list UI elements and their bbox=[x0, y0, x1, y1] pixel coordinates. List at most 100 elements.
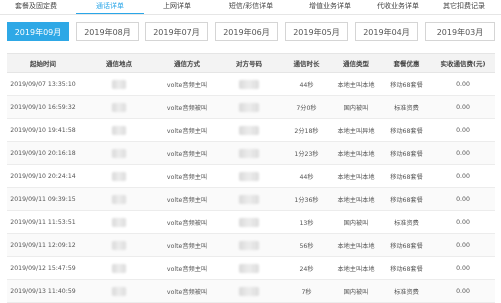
tab-divider bbox=[0, 14, 501, 15]
month-button-2019-06[interactable]: 2019年06月 bbox=[215, 22, 278, 41]
cell-duration: 24秒 bbox=[283, 256, 330, 280]
cell-method: volte音频主叫 bbox=[159, 118, 215, 142]
cell-plan-discount: 移动68套餐 bbox=[382, 164, 431, 188]
table-row: 2019/09/10 20:24:14 volte音频主叫 44秒 本地主叫本地 移动6… bbox=[7, 164, 495, 188]
cell-other-number bbox=[215, 72, 283, 96]
cell-start-time: 2019/09/13 11:40:59 bbox=[7, 279, 79, 303]
cell-fee: 0.00 bbox=[431, 279, 495, 303]
cell-fee: 0.00 bbox=[431, 210, 495, 234]
cell-method: volte音频主叫 bbox=[159, 187, 215, 211]
redacted-value bbox=[112, 194, 126, 204]
redacted-value bbox=[112, 263, 126, 273]
cell-other-number bbox=[215, 187, 283, 211]
cell-location bbox=[79, 279, 159, 303]
cell-start-time: 2019/09/10 20:24:14 bbox=[7, 164, 79, 188]
cell-start-time: 2019/09/07 13:35:10 bbox=[7, 72, 79, 96]
tab-data-details[interactable]: 上网详单 bbox=[143, 0, 211, 14]
tab-package-fees[interactable]: 套餐及固定费 bbox=[2, 0, 70, 14]
cell-duration: 44秒 bbox=[283, 72, 330, 96]
cell-call-type: 本地主叫本地 bbox=[330, 233, 382, 257]
cell-start-time: 2019/09/10 19:41:58 bbox=[7, 118, 79, 142]
cell-call-type: 本地主叫本地 bbox=[330, 164, 382, 188]
table-row: 2019/09/11 09:39:15 volte音频主叫 1分36秒 本地主叫本地移… bbox=[7, 187, 495, 211]
cell-start-time: 2019/09/12 15:47:59 bbox=[7, 256, 79, 280]
redacted-value bbox=[112, 102, 126, 112]
header-duration: 通信时长 bbox=[283, 53, 330, 73]
tab-other-charges[interactable]: 其它扣费记录 bbox=[427, 0, 501, 14]
cell-fee: 0.00 bbox=[431, 72, 495, 96]
cell-location bbox=[79, 118, 159, 142]
table-row: 2019/09/10 19:41:58 volte音频主叫 2分18秒 本地主叫异地移… bbox=[7, 118, 495, 142]
cell-fee: 0.00 bbox=[431, 118, 495, 142]
cell-other-number bbox=[215, 118, 283, 142]
cell-fee: 0.00 bbox=[431, 233, 495, 257]
table-header-row: 起始时间 通信地点 通信方式 对方号码 通信时长 通信类型 套餐优惠 实收通信费… bbox=[7, 53, 495, 73]
cell-method: volte音频主叫 bbox=[159, 164, 215, 188]
redacted-value bbox=[112, 286, 126, 296]
header-method: 通信方式 bbox=[159, 53, 215, 73]
cell-fee: 0.00 bbox=[431, 164, 495, 188]
cell-duration: 1分23秒 bbox=[283, 141, 330, 165]
cell-location bbox=[79, 256, 159, 280]
cell-start-time: 2019/09/11 12:09:12 bbox=[7, 233, 79, 257]
redacted-value bbox=[239, 148, 259, 158]
category-tab-bar: 套餐及固定费 通话详单 上网详单 短信/彩信详单 增值业务详单 代收业务详单 其… bbox=[0, 0, 501, 15]
cell-method: volte音频被叫 bbox=[159, 279, 215, 303]
cell-method: volte音频主叫 bbox=[159, 141, 215, 165]
cell-fee: 0.00 bbox=[431, 187, 495, 211]
redacted-value bbox=[112, 217, 126, 227]
table-row: 2019/09/11 12:09:12 volte音频主叫 56秒 本地主叫本地 移动6… bbox=[7, 233, 495, 257]
header-call-type: 通信类型 bbox=[330, 53, 382, 73]
month-button-2019-08[interactable]: 2019年08月 bbox=[76, 22, 139, 41]
header-location: 通信地点 bbox=[79, 53, 159, 73]
cell-fee: 0.00 bbox=[431, 95, 495, 119]
cell-start-time: 2019/09/10 16:59:32 bbox=[7, 95, 79, 119]
month-button-2019-03[interactable]: 2019年03月 bbox=[425, 22, 495, 41]
cell-fee: 0.00 bbox=[431, 141, 495, 165]
redacted-value bbox=[239, 125, 259, 135]
cell-call-type: 国内被叫 bbox=[330, 279, 382, 303]
header-fee: 实收通信费(元) bbox=[431, 53, 495, 73]
table-row: 2019/09/07 13:35:10 volte音频主叫 44秒 本地主叫本地 移动6… bbox=[7, 72, 495, 96]
cell-duration: 44秒 bbox=[283, 164, 330, 188]
month-button-2019-09[interactable]: 2019年09月 bbox=[7, 22, 69, 41]
cell-other-number bbox=[215, 210, 283, 234]
redacted-value bbox=[239, 171, 259, 181]
cell-call-type: 本地主叫本地 bbox=[330, 187, 382, 211]
cell-location bbox=[79, 233, 159, 257]
cell-duration: 56秒 bbox=[283, 233, 330, 257]
cell-method: volte音频被叫 bbox=[159, 210, 215, 234]
cell-plan-discount: 移动68套餐 bbox=[382, 118, 431, 142]
cell-plan-discount: 标准资费 bbox=[382, 210, 431, 234]
tab-collection-details[interactable]: 代收业务详单 bbox=[358, 0, 438, 14]
month-button-2019-05[interactable]: 2019年05月 bbox=[285, 22, 348, 41]
cell-plan-discount: 移动68套餐 bbox=[382, 256, 431, 280]
cell-plan-discount: 移动68套餐 bbox=[382, 233, 431, 257]
redacted-value bbox=[112, 148, 126, 158]
cell-location bbox=[79, 164, 159, 188]
cell-location bbox=[79, 210, 159, 234]
cell-other-number bbox=[215, 95, 283, 119]
cell-duration: 1分36秒 bbox=[283, 187, 330, 211]
month-button-2019-07[interactable]: 2019年07月 bbox=[145, 22, 208, 41]
cell-location bbox=[79, 95, 159, 119]
tab-call-details[interactable]: 通话详单 bbox=[76, 0, 144, 14]
cell-call-type: 国内被叫 bbox=[330, 95, 382, 119]
cell-location bbox=[79, 72, 159, 96]
cell-fee: 0.00 bbox=[431, 256, 495, 280]
cell-method: volte音频主叫 bbox=[159, 256, 215, 280]
redacted-value bbox=[112, 240, 126, 250]
redacted-value bbox=[112, 125, 126, 135]
cell-call-type: 本地主叫本地 bbox=[330, 72, 382, 96]
table-row: 2019/09/10 20:16:18 volte音频主叫 1分23秒 本地主叫本地移… bbox=[7, 141, 495, 165]
cell-start-time: 2019/09/11 11:53:51 bbox=[7, 210, 79, 234]
cell-duration: 13秒 bbox=[283, 210, 330, 234]
month-button-2019-04[interactable]: 2019年04月 bbox=[355, 22, 418, 41]
table-row: 2019/09/11 11:53:51 volte音频被叫 13秒 国内被叫 标准资费 0… bbox=[7, 210, 495, 234]
table-row: 2019/09/13 11:40:59 volte音频被叫 7秒 国内被叫 标准资费 0.… bbox=[7, 279, 495, 303]
tab-sms-mms-details[interactable]: 短信/彩信详单 bbox=[211, 0, 291, 14]
call-detail-table: 起始时间 通信地点 通信方式 对方号码 通信时长 通信类型 套餐优惠 实收通信费… bbox=[7, 53, 495, 303]
table-row: 2019/09/10 16:59:32 volte音频被叫 7分0秒 国内被叫 标准资费… bbox=[7, 95, 495, 119]
cell-method: volte音频主叫 bbox=[159, 233, 215, 257]
header-start-time: 起始时间 bbox=[7, 53, 79, 73]
